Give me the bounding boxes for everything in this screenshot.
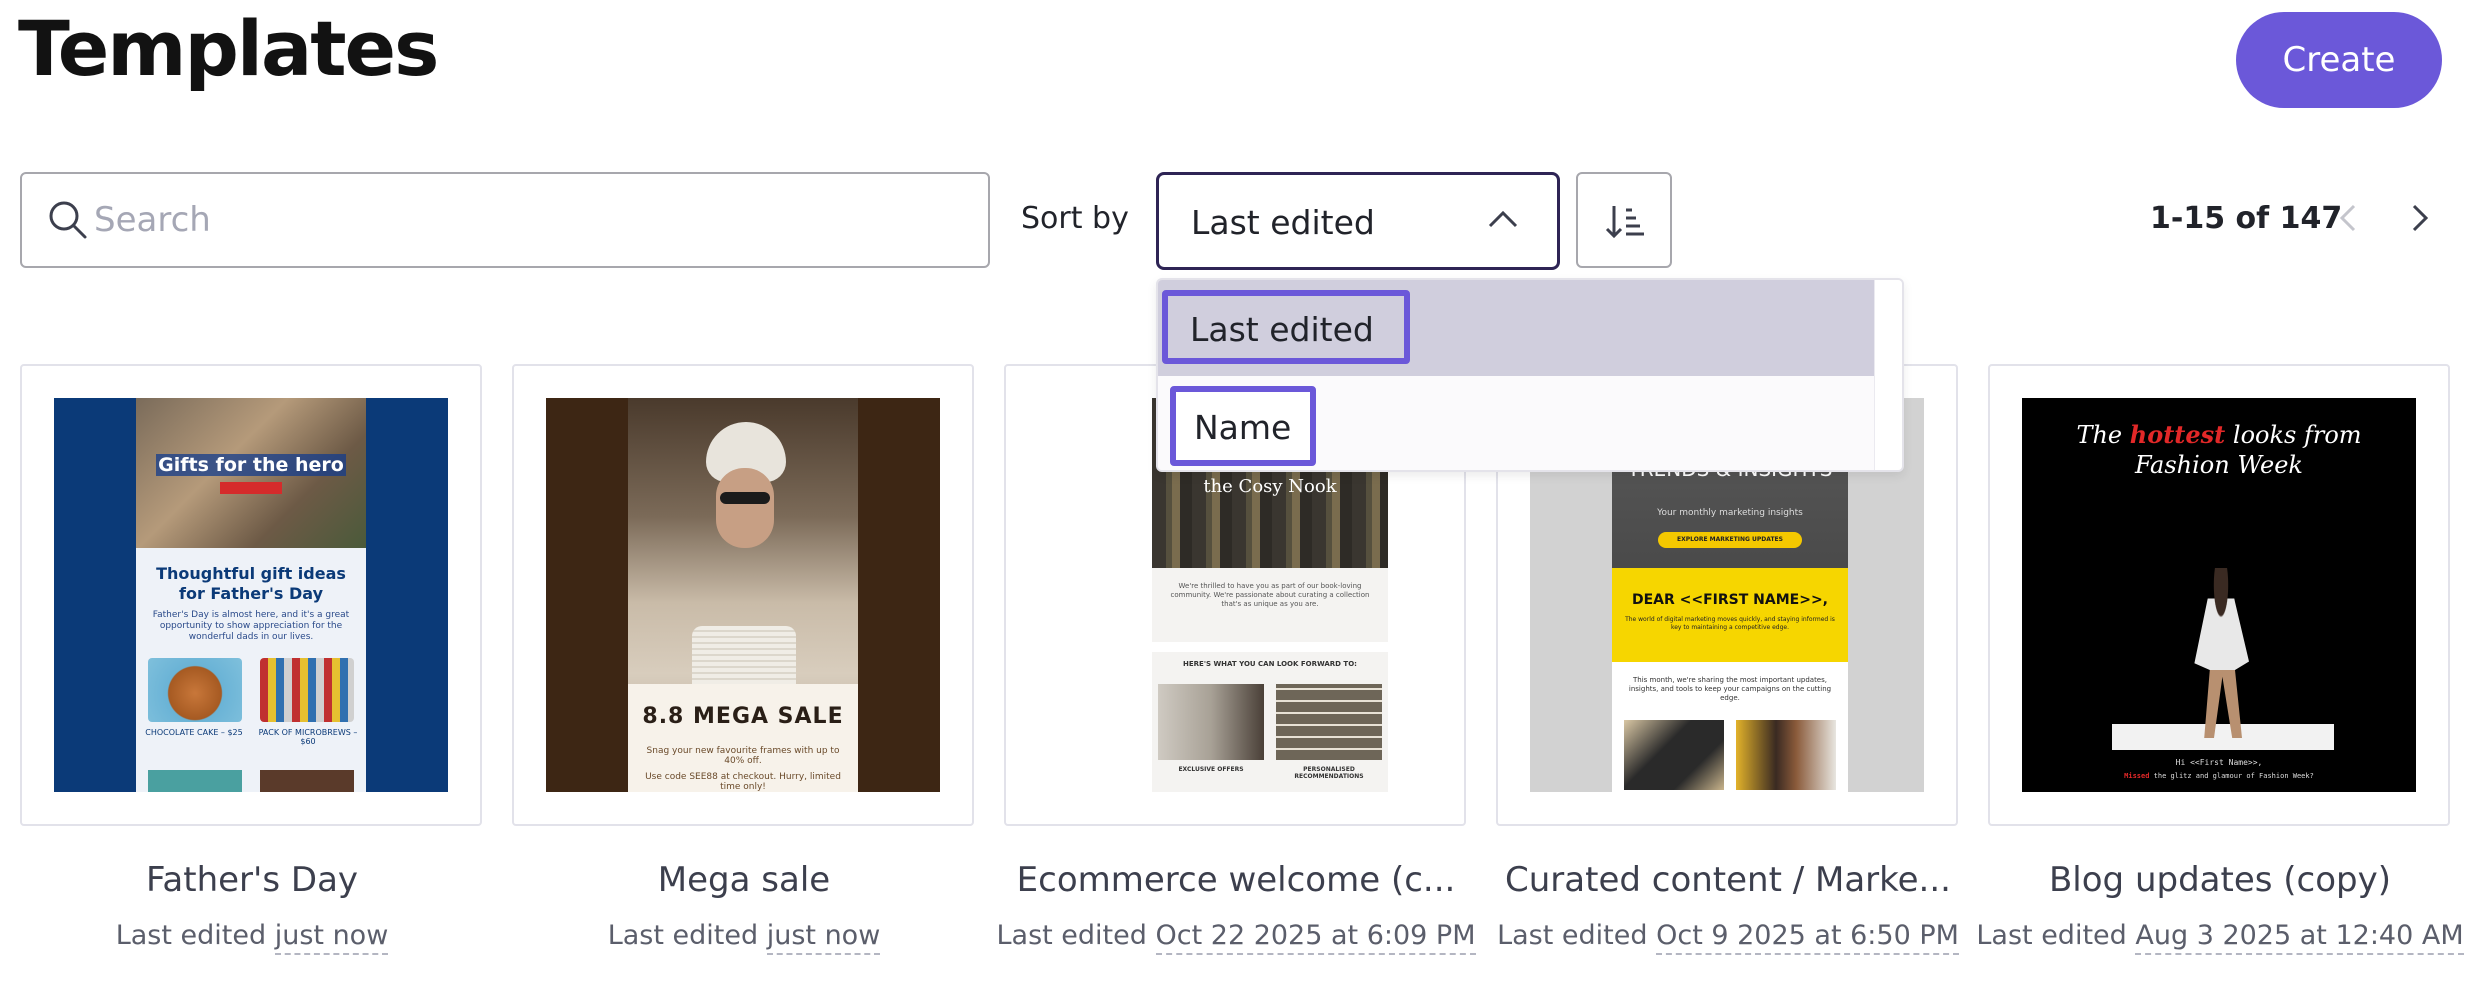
last-edited-time: just now bbox=[274, 920, 389, 955]
hero-image bbox=[2194, 568, 2249, 738]
sort-direction-button[interactable] bbox=[1576, 172, 1672, 268]
page-title: Templates bbox=[18, 4, 439, 93]
template-last-edited: Last edited Oct 22 2025 at 6:09 PM bbox=[990, 920, 1482, 955]
template-last-edited: Last edited just now bbox=[498, 920, 990, 955]
chevron-up-icon bbox=[1488, 210, 1518, 228]
template-last-edited: Last edited Oct 9 2025 at 6:50 PM bbox=[1482, 920, 1974, 955]
highlight-panel bbox=[1612, 568, 1848, 662]
template-name[interactable]: Mega sale bbox=[498, 860, 990, 900]
feature-image bbox=[1736, 720, 1836, 790]
template-name[interactable]: Father's Day bbox=[6, 860, 498, 900]
code-badge bbox=[220, 482, 282, 494]
feature-image bbox=[1624, 720, 1724, 790]
hero-image-detail bbox=[716, 468, 774, 548]
template-thumbnail: 8.8 MEGA SALE Snag your new favourite fr… bbox=[546, 398, 940, 792]
sort-descending-icon bbox=[1605, 206, 1644, 239]
hero-image-detail bbox=[2112, 724, 2334, 750]
last-edited-time: just now bbox=[766, 920, 881, 955]
thumbnail-title: The hottest looks from Fashion Week bbox=[2076, 420, 2362, 479]
template-card[interactable]: The hottest looks from Fashion Week Hi <… bbox=[1988, 364, 2450, 826]
product-image bbox=[148, 770, 242, 792]
template-card[interactable]: Gifts for the hero Thoughtful gift ideas… bbox=[20, 364, 482, 826]
template-name[interactable]: Curated content / Marke... bbox=[1482, 860, 1974, 900]
pagination-range: 1-15 of 147 bbox=[2150, 201, 2343, 236]
feature-image bbox=[1158, 684, 1264, 760]
sort-option-label: Last edited bbox=[1162, 290, 1410, 364]
search-icon bbox=[49, 201, 87, 239]
product-image bbox=[260, 770, 354, 792]
template-name[interactable]: Blog updates (copy) bbox=[1974, 860, 2466, 900]
sort-option-last-edited[interactable]: Last edited bbox=[1158, 280, 1876, 376]
search-input[interactable] bbox=[94, 174, 964, 266]
divider bbox=[1152, 642, 1388, 652]
chevron-left-icon[interactable] bbox=[2328, 196, 2368, 240]
search-box[interactable] bbox=[20, 172, 990, 268]
dropdown-scrollbar[interactable] bbox=[1874, 280, 1902, 470]
chevron-right-icon[interactable] bbox=[2400, 196, 2440, 240]
template-last-edited: Last edited Aug 3 2025 at 12:40 AM bbox=[1974, 920, 2466, 955]
template-name[interactable]: Ecommerce welcome (c... bbox=[990, 860, 1482, 900]
feature-image bbox=[1276, 684, 1382, 760]
last-edited-time: Oct 9 2025 at 6:50 PM bbox=[1656, 920, 1959, 955]
template-thumbnail: The hottest looks from Fashion Week Hi <… bbox=[2022, 398, 2416, 792]
template-last-edited: Last edited just now bbox=[6, 920, 498, 955]
hero-image-detail bbox=[720, 492, 770, 504]
sort-option-name[interactable]: Name bbox=[1158, 376, 1876, 470]
template-thumbnail: Gifts for the hero Thoughtful gift ideas… bbox=[54, 398, 448, 792]
sort-by-label: Sort by bbox=[1021, 201, 1129, 236]
create-button[interactable]: Create bbox=[2236, 12, 2442, 108]
sort-option-label: Name bbox=[1170, 386, 1316, 466]
thumbnail-text: Missed the glitz and glamour of Fashion … bbox=[2124, 772, 2314, 780]
sort-select-value: Last edited bbox=[1191, 203, 1375, 242]
last-edited-time: Oct 22 2025 at 6:09 PM bbox=[1155, 920, 1476, 955]
product-image bbox=[148, 658, 242, 722]
product-image bbox=[260, 658, 354, 722]
template-card[interactable]: 8.8 MEGA SALE Snag your new favourite fr… bbox=[512, 364, 974, 826]
sort-select[interactable]: Last edited bbox=[1156, 172, 1560, 270]
sort-dropdown-menu: Last edited Name bbox=[1156, 278, 1904, 472]
last-edited-time: Aug 3 2025 at 12:40 AM bbox=[2135, 920, 2464, 955]
